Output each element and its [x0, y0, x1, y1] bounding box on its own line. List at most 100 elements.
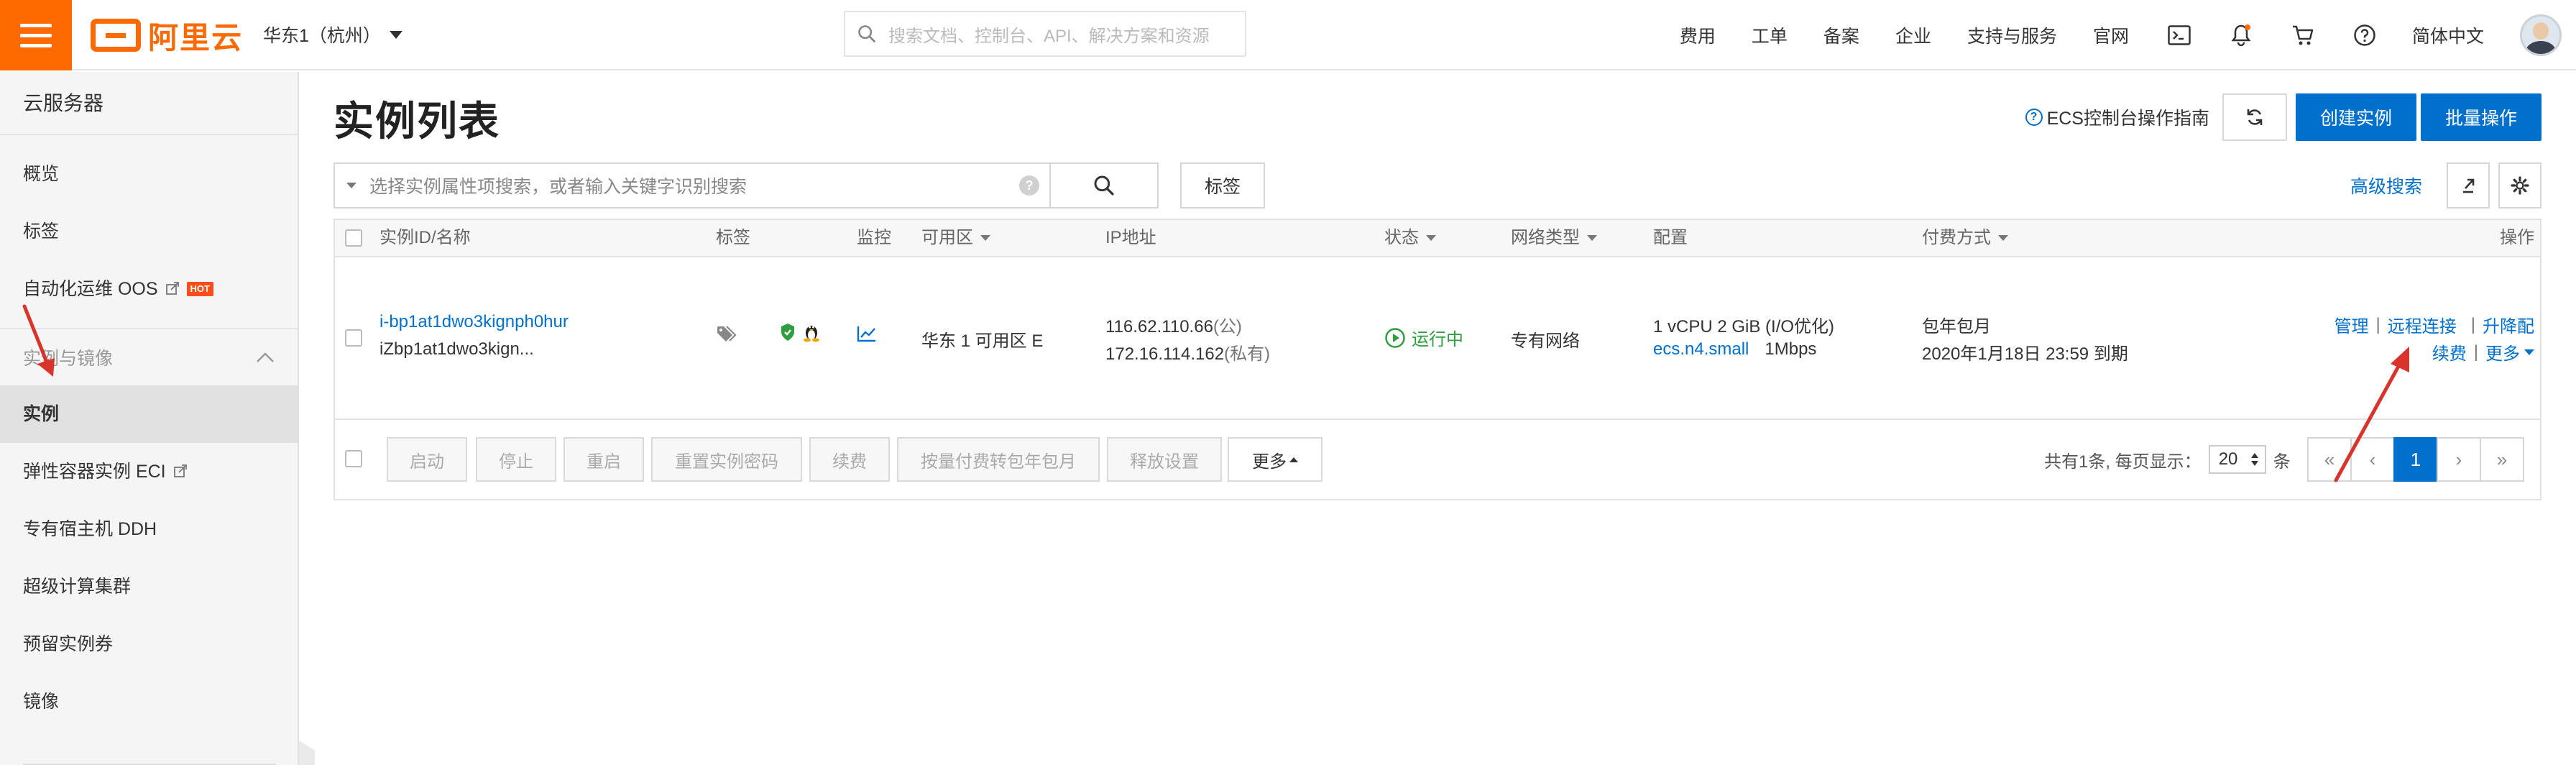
instance-search-input[interactable]: 选择实例属性项搜索，或者输入关键字识别搜索 ?: [334, 162, 1051, 209]
hot-badge: HOT: [186, 282, 213, 296]
page-size-select[interactable]: 20: [2208, 445, 2266, 474]
tag-filter-button[interactable]: 标签: [1180, 162, 1266, 209]
status-text: 运行中: [1412, 330, 1463, 349]
public-ip: 116.62.110.66(公): [1105, 312, 1242, 337]
nav-official-site[interactable]: 官网: [2093, 22, 2129, 48]
col-status[interactable]: 状态: [1384, 220, 1436, 256]
batch-stop-button[interactable]: 停止: [476, 437, 556, 482]
prev-page-button[interactable]: ‹: [2350, 437, 2395, 482]
remote-connect-link[interactable]: 远程连接: [2388, 312, 2457, 337]
settings-button[interactable]: [2498, 162, 2542, 209]
pagination-total: 共有1条, 每页显示：: [2044, 452, 2202, 472]
upgrade-link[interactable]: 升降配: [2483, 312, 2534, 337]
col-network[interactable]: 网络类型: [1511, 220, 1597, 256]
sidebar-collapse-handle[interactable]: [299, 741, 315, 765]
aliyun-logo[interactable]: 阿里云: [91, 16, 243, 55]
col-billing-label: 付费方式: [1922, 228, 1991, 247]
sidebar-group-label: 实例与镜像: [23, 349, 114, 369]
advanced-search-link[interactable]: 高级搜索: [2350, 173, 2422, 198]
footer-select-all-checkbox[interactable]: [345, 450, 362, 471]
hamburger-menu-icon[interactable]: [0, 0, 72, 70]
nav-icp[interactable]: 备案: [1823, 22, 1859, 48]
renew-link[interactable]: 续费: [2432, 339, 2467, 365]
next-page-button[interactable]: ›: [2437, 437, 2481, 482]
col-ip: IP地址: [1105, 228, 1156, 247]
sidebar-item-tags[interactable]: 标签: [0, 203, 298, 260]
cart-icon[interactable]: [2288, 21, 2317, 50]
col-actions: 操作: [2500, 228, 2534, 247]
language-switch[interactable]: 简体中文: [2412, 22, 2484, 48]
refresh-button[interactable]: [2222, 93, 2287, 141]
nav-support[interactable]: 支持与服务: [1967, 22, 2057, 48]
sidebar-item-eci[interactable]: 弹性容器实例 ECI: [0, 443, 298, 500]
global-search-input[interactable]: 搜索文档、控制台、API、解决方案和资源: [844, 11, 1246, 57]
sidebar-item-label: 镜像: [23, 692, 60, 712]
sidebar-item-images[interactable]: 镜像: [0, 673, 298, 730]
instance-id-link[interactable]: i-bp1at1dwo3kignph0hur: [380, 312, 569, 332]
private-ip-suffix: (私有): [1224, 344, 1271, 364]
batch-convert-billing-button[interactable]: 按量付费转包年包月: [897, 437, 1100, 482]
sort-caret-icon: [1998, 235, 2008, 241]
batch-more-button[interactable]: 更多: [1228, 437, 1322, 482]
sidebar-item-label: 专有宿主机 DDH: [23, 519, 157, 539]
bell-icon[interactable]: [2227, 21, 2255, 50]
question-circle-icon: ?: [2025, 109, 2043, 126]
tag-icon[interactable]: [716, 325, 737, 349]
network-type-value: 专有网络: [1511, 331, 1580, 351]
top-nav: 费用 工单 备案 企业 支持与服务 官网 简体中文: [1680, 0, 2576, 70]
batch-operation-button[interactable]: 批量操作: [2420, 93, 2542, 141]
sidebar: 云服务器 概览 标签 自动化运维 OOS HOT 实例与镜像 实例 弹性容器实例…: [0, 72, 299, 765]
refresh-icon: [2247, 109, 2263, 125]
first-page-button[interactable]: «: [2307, 437, 2352, 482]
nav-billing[interactable]: 费用: [1680, 22, 1716, 48]
caret-up-icon: [1289, 457, 1298, 462]
sidebar-item-scc[interactable]: 超级计算集群: [0, 558, 298, 615]
col-billing[interactable]: 付费方式: [1922, 220, 2008, 256]
nav-enterprise[interactable]: 企业: [1895, 22, 1931, 48]
sidebar-item-label: 自动化运维 OOS: [23, 279, 158, 299]
monitor-chart-icon[interactable]: [857, 325, 877, 347]
batch-renew-button[interactable]: 续费: [809, 437, 890, 482]
sidebar-item-oos[interactable]: 自动化运维 OOS HOT: [0, 260, 298, 318]
gear-icon: [2511, 176, 2529, 195]
select-all-checkbox[interactable]: [345, 220, 362, 256]
sidebar-group-instances-images[interactable]: 实例与镜像: [0, 328, 298, 385]
nav-ticket[interactable]: 工单: [1752, 22, 1788, 48]
col-zone[interactable]: 可用区: [921, 220, 990, 256]
instance-search-placeholder: 选择实例属性项搜索，或者输入关键字识别搜索: [369, 177, 748, 197]
batch-release-settings-button[interactable]: 释放设置: [1107, 437, 1222, 482]
terminal-icon[interactable]: [2165, 21, 2194, 50]
help-icon[interactable]: [2350, 21, 2379, 50]
table-header: 实例ID/名称 标签 监控 可用区 IP地址 状态 网络类型 配置 付费方式 操…: [335, 220, 2540, 257]
table-row: i-bp1at1dwo3kignph0hur iZbp1at1dwo3kign.…: [335, 257, 2540, 420]
row-checkbox[interactable]: [345, 329, 362, 352]
col-monitor: 监控: [857, 228, 891, 247]
filter-dropdown-icon[interactable]: [346, 183, 356, 188]
sidebar-item-reserved-instances[interactable]: 预留实例券: [0, 615, 298, 673]
console-guide-link[interactable]: ? ECS控制台操作指南: [2025, 104, 2209, 130]
search-help-icon[interactable]: ?: [1019, 175, 1039, 196]
batch-restart-button[interactable]: 重启: [564, 437, 644, 482]
more-actions-link[interactable]: 更多: [2485, 339, 2534, 365]
export-button[interactable]: [2447, 162, 2490, 209]
instance-search-button[interactable]: [1051, 162, 1159, 209]
page-1-button[interactable]: 1: [2393, 437, 2438, 482]
sidebar-item-instances[interactable]: 实例: [0, 385, 298, 443]
create-instance-button[interactable]: 创建实例: [2295, 93, 2416, 141]
sidebar-item-overview[interactable]: 概览: [0, 145, 298, 203]
instance-type-link[interactable]: ecs.n4.small: [1653, 339, 1749, 359]
avatar[interactable]: [2520, 14, 2562, 56]
region-selector[interactable]: 华东1（杭州）: [263, 20, 402, 49]
manage-link[interactable]: 管理: [2334, 312, 2369, 337]
last-page-button[interactable]: »: [2480, 437, 2524, 482]
security-shield-icon: [779, 322, 796, 347]
chevron-down-icon: [389, 30, 402, 39]
batch-start-button[interactable]: 启动: [387, 437, 467, 482]
sidebar-item-ddh[interactable]: 专有宿主机 DDH: [0, 500, 298, 558]
sidebar-item-label: 弹性容器实例 ECI: [23, 462, 166, 482]
batch-reset-password-button[interactable]: 重置实例密码: [651, 437, 802, 482]
sort-caret-icon: [1426, 235, 1436, 241]
sidebar-item-label: 实例: [23, 404, 60, 424]
search-icon: [1094, 175, 1114, 196]
linux-icon: [802, 321, 821, 347]
